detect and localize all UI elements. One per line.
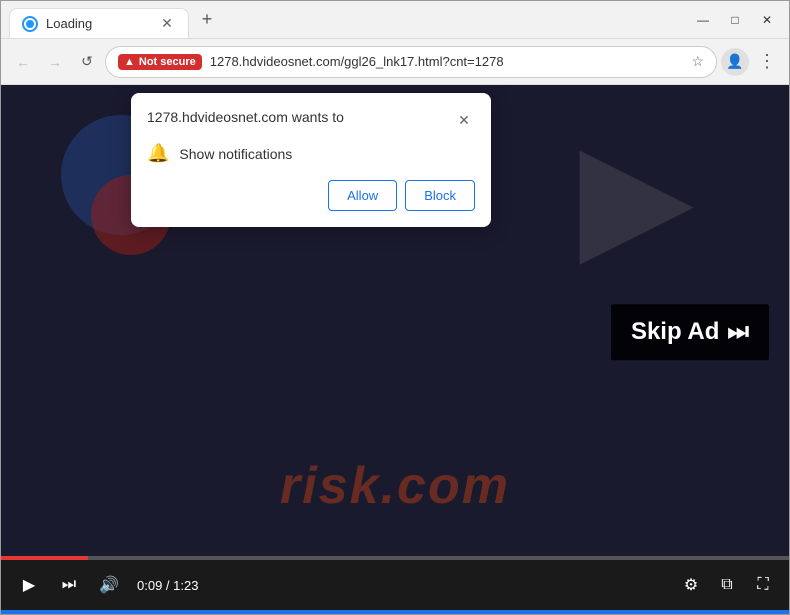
title-bar: Loading ✕ + — □ ✕	[1, 1, 789, 39]
warning-icon: ▲	[124, 56, 135, 68]
not-secure-label: Not secure	[139, 56, 196, 68]
tab-title: Loading	[46, 16, 150, 31]
dialog-buttons: Allow Block	[147, 180, 475, 211]
bottom-accent-line	[1, 610, 789, 614]
play-button[interactable]: ▶	[13, 569, 45, 601]
skip-ad-icon: ⏭	[727, 318, 749, 346]
reload-button[interactable]: ↺	[73, 48, 101, 76]
video-controls-bar: ▶ ⏭ 🔊 0:09 / 1:23 ⚙ ⧉ ⛶	[1, 556, 789, 610]
close-button[interactable]: ✕	[753, 9, 781, 31]
browser-menu-button[interactable]: ⋮	[753, 48, 781, 76]
bookmark-icon[interactable]: ☆	[691, 53, 704, 70]
bell-icon: 🔔	[147, 143, 169, 164]
maximize-button[interactable]: □	[721, 9, 749, 31]
block-button[interactable]: Block	[405, 180, 475, 211]
window-controls: — □ ✕	[689, 9, 781, 31]
dialog-title: 1278.hdvideosnet.com wants to	[147, 109, 344, 125]
next-button[interactable]: ⏭	[53, 569, 85, 601]
active-tab[interactable]: Loading ✕	[9, 8, 189, 38]
url-text: 1278.hdvideosnet.com/ggl26_lnk17.html?cn…	[210, 54, 684, 69]
allow-button[interactable]: Allow	[328, 180, 397, 211]
back-button[interactable]: ←	[9, 48, 37, 76]
miniplayer-button[interactable]: ⧉	[713, 571, 741, 599]
browser-window: Loading ✕ + — □ ✕ ← → ↺ ▲ Not secure 127…	[0, 0, 790, 615]
settings-button[interactable]: ⚙	[677, 571, 705, 599]
not-secure-badge: ▲ Not secure	[118, 54, 202, 70]
skip-ad-label: Skip Ad	[631, 318, 719, 346]
bg-logo-decoration: ▶	[581, 115, 689, 278]
dialog-header: 1278.hdvideosnet.com wants to ✕	[147, 109, 475, 131]
profile-button[interactable]: 👤	[721, 48, 749, 76]
controls-row: ▶ ⏭ 🔊 0:09 / 1:23 ⚙ ⧉ ⛶	[1, 560, 789, 610]
video-watermark: risk.com	[1, 456, 789, 516]
permission-label: Show notifications	[179, 146, 292, 162]
fullscreen-button[interactable]: ⛶	[749, 571, 777, 599]
video-player: ▶ risk.com Skip Ad ⏭ 1278.hdvideosnet.co…	[1, 85, 789, 610]
video-main: ▶ risk.com Skip Ad ⏭ 1278.hdvideosnet.co…	[1, 85, 789, 556]
new-tab-button[interactable]: +	[193, 6, 221, 34]
skip-ad-button[interactable]: Skip Ad ⏭	[611, 304, 769, 360]
address-bar: ← → ↺ ▲ Not secure 1278.hdvideosnet.com/…	[1, 39, 789, 85]
url-bar[interactable]: ▲ Not secure 1278.hdvideosnet.com/ggl26_…	[105, 46, 717, 78]
minimize-button[interactable]: —	[689, 9, 717, 31]
tab-favicon-icon	[22, 16, 38, 32]
volume-button[interactable]: 🔊	[93, 569, 125, 601]
progress-bar[interactable]	[1, 556, 789, 560]
permission-dialog: 1278.hdvideosnet.com wants to ✕ 🔔 Show n…	[131, 93, 491, 227]
tab-area: Loading ✕ +	[9, 1, 681, 38]
dialog-close-button[interactable]: ✕	[453, 109, 475, 131]
tab-close-button[interactable]: ✕	[158, 15, 176, 33]
time-display: 0:09 / 1:23	[137, 578, 198, 593]
dialog-permission-row: 🔔 Show notifications	[147, 143, 475, 164]
forward-button[interactable]: →	[41, 48, 69, 76]
content-area: ▶ risk.com Skip Ad ⏭ 1278.hdvideosnet.co…	[1, 85, 789, 610]
progress-fill	[1, 556, 88, 560]
